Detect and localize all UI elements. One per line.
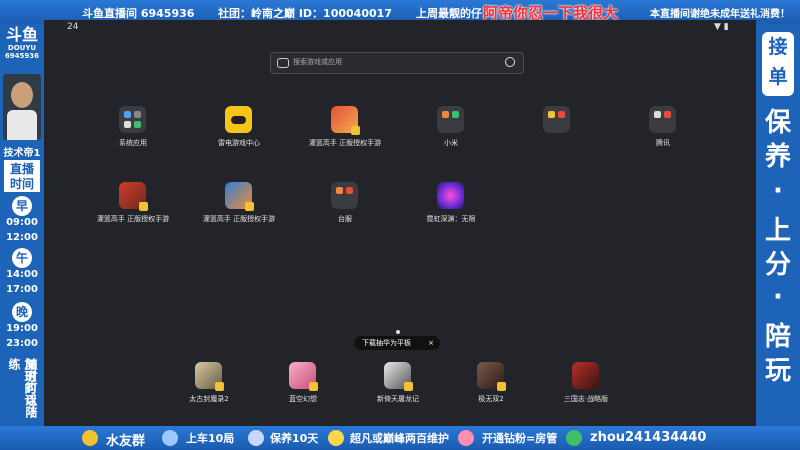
morning-badge: 早 xyxy=(12,196,32,216)
rank-icon xyxy=(328,430,344,446)
app-folder[interactable] xyxy=(512,106,602,156)
app-neon-abyss[interactable]: 霓虹深渊：无限 xyxy=(406,182,496,232)
folder-icon xyxy=(331,182,358,209)
game-icon xyxy=(195,362,224,391)
app-label: 太古封魔录2 xyxy=(189,395,229,403)
app-label: 极无双2 xyxy=(478,395,504,403)
app-label: 灌篮高手 正版授权手游 xyxy=(308,139,382,147)
app-label: 雷电游戏中心 xyxy=(218,139,260,147)
diamond-icon xyxy=(458,430,474,446)
wechat-icon xyxy=(566,430,582,446)
app-slamdunk-2[interactable]: 灌篮高手 正版授权手游 xyxy=(88,182,178,232)
emulator-screen: 24 ▼ ▮ 搜索游戏或应用 系统应用 雷电游戏中心 灌篮高手 正版授权手游 小… xyxy=(44,20,756,426)
time-label: 09:00 xyxy=(6,217,38,228)
room-number: 斗鱼直播间 6945936 xyxy=(82,7,195,20)
noon-badge: 午 xyxy=(12,248,32,268)
promo-3: 超凡或巅峰两百维护 xyxy=(350,432,449,445)
close-icon[interactable]: × xyxy=(428,336,434,350)
app-label: 三国志·战略版 xyxy=(563,395,609,403)
service-2: 上分 xyxy=(764,216,791,280)
toast-text: 下载抽华为平板 xyxy=(362,339,411,347)
badge-icon xyxy=(82,430,98,446)
dock-app[interactable]: 三国志·战略版 xyxy=(541,362,631,412)
app-slamdunk-3[interactable]: 灌篮高手 正版授权手游 xyxy=(194,182,284,232)
game-icon xyxy=(477,362,506,391)
search-bar[interactable]: 搜索游戏或应用 xyxy=(270,52,524,74)
service-1: 保养 xyxy=(764,108,791,172)
right-panel: 接单 保养 · 上分 · 陪玩 xyxy=(756,24,800,426)
schedule-title-2: 时间 xyxy=(4,175,40,192)
time-label: 17:00 xyxy=(6,284,38,295)
dock-app[interactable]: 新倚天屠龙记 xyxy=(353,362,443,412)
promo-1: 上车10局 xyxy=(186,432,235,445)
service-3: 陪玩 xyxy=(764,322,791,386)
separator-dot: · xyxy=(773,282,783,312)
left-panel: 斗鱼 DOUYU 6945936 技术帝1 直播 时间 早 09:00 12:0… xyxy=(0,24,44,426)
app-label: 腾讯 xyxy=(656,139,670,147)
neon-abyss-icon xyxy=(437,182,464,209)
app-system[interactable]: 系统应用 xyxy=(88,106,178,156)
app-folder-taiwan[interactable]: 台服 xyxy=(300,182,390,232)
separator-dot: · xyxy=(773,176,783,206)
time-label: 12:00 xyxy=(6,232,38,243)
status-icons: ▼ ▮ xyxy=(714,22,729,32)
time-label: 23:00 xyxy=(6,338,38,349)
minor-notice: 本直播间谢绝未成年送礼消费！ xyxy=(650,9,790,20)
game-icon xyxy=(384,362,413,391)
folder-icon xyxy=(649,106,676,133)
avatar xyxy=(3,74,41,140)
search-input[interactable]: 搜索游戏或应用 xyxy=(293,57,342,67)
search-icon[interactable] xyxy=(505,57,515,67)
promo-4: 开通钻粉=房管 xyxy=(482,432,558,445)
car-icon xyxy=(248,430,264,446)
slamdunk-icon xyxy=(119,182,148,211)
club-info: 社团：岭南之巅 ID：100040017 xyxy=(218,7,392,20)
douyu-logo: 斗鱼 DOUYU 6945936 xyxy=(4,25,40,61)
game-icon xyxy=(572,362,599,389)
page-indicator[interactable] xyxy=(396,330,400,334)
folder-icon xyxy=(437,106,464,133)
game-icon xyxy=(289,362,318,391)
status-clock: 24 xyxy=(67,22,79,32)
app-label: 霓虹深渊：无限 xyxy=(426,215,476,223)
promo-2: 保养10天 xyxy=(270,432,319,445)
sparring-note: 随时可以陪练 xyxy=(7,358,38,418)
gamepad-icon xyxy=(225,106,252,133)
app-label: 灌篮高手 正版授权手游 xyxy=(96,215,170,223)
app-folder-tencent[interactable]: 腾讯 xyxy=(618,106,708,156)
evening-badge: 晚 xyxy=(12,302,32,322)
order-badge: 接单 xyxy=(762,32,794,96)
app-folder-xiaomi[interactable]: 小米 xyxy=(406,106,496,156)
bottom-banner: 水友群 上车10局 保养10天 超凡或巅峰两百维护 开通钻粉=房管 zhou24… xyxy=(0,426,800,450)
fan-group: 水友群 xyxy=(106,434,146,449)
dock-app[interactable]: 极无双2 xyxy=(446,362,536,412)
app-slamdunk[interactable]: 灌篮高手 正版授权手游 xyxy=(300,106,390,156)
slamdunk-icon xyxy=(331,106,360,135)
gamepad-icon xyxy=(277,58,289,68)
download-toast[interactable]: 下载抽华为平板 × xyxy=(354,336,440,350)
time-label: 14:00 xyxy=(6,269,38,280)
folder-icon xyxy=(119,106,146,133)
dock-app[interactable]: 太古封魔录2 xyxy=(164,362,254,412)
app-label: 灌篮高手 正版授权手游 xyxy=(202,215,276,223)
app-label: 台服 xyxy=(338,215,352,223)
time-label: 19:00 xyxy=(6,323,38,334)
folder-icon xyxy=(543,106,570,133)
app-label: 新倚天屠龙记 xyxy=(377,395,419,403)
dock-app[interactable]: 蓝空幻想 xyxy=(258,362,348,412)
app-ld-game-center[interactable]: 雷电游戏中心 xyxy=(194,106,284,156)
contact-id: zhou241434440 xyxy=(590,430,707,445)
slamdunk-icon xyxy=(225,182,254,211)
app-label: 系统应用 xyxy=(119,139,147,147)
app-label: 蓝空幻想 xyxy=(289,395,317,403)
best-label: 上周最靓的仔： xyxy=(416,7,493,20)
streamer-title: 技术帝1 xyxy=(3,148,41,159)
app-label: 小米 xyxy=(444,139,458,147)
rocket-icon xyxy=(162,430,178,446)
